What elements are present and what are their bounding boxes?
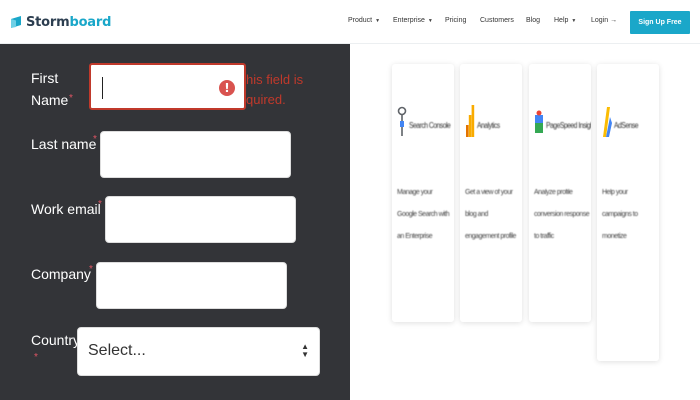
country-label: Country xyxy=(31,332,81,348)
nav-product[interactable]: Product ▼ xyxy=(348,17,380,24)
first-name-field[interactable]: ! xyxy=(89,63,246,110)
logo-text-board: board xyxy=(69,14,112,30)
nav-blog-label: Blog xyxy=(526,17,541,24)
required-marker: * xyxy=(34,352,38,363)
nav-customers[interactable]: Customers xyxy=(480,17,514,24)
adsense-icon xyxy=(603,107,612,137)
country-select-value: Select... xyxy=(88,342,146,359)
select-arrows-icon: ▲ ▼ xyxy=(301,342,309,359)
required-marker: * xyxy=(89,264,93,275)
card-description: Manage your Google Search with an Enterp… xyxy=(397,189,450,240)
signup-button[interactable]: Sign Up Free xyxy=(630,11,690,34)
company-field[interactable] xyxy=(96,262,287,309)
required-marker: * xyxy=(69,93,73,104)
stormboard-logo-icon xyxy=(11,16,21,28)
card-description: Help your campaigns to monetize xyxy=(602,189,638,240)
first-name-label-line2: Name xyxy=(31,92,69,108)
card-description: Get a view of your blog and engagement p… xyxy=(465,189,516,240)
speed-icon xyxy=(535,110,543,133)
caret-down-icon: ▼ xyxy=(571,17,577,24)
card-title: Search Console xyxy=(409,121,451,130)
nav-enterprise[interactable]: Enterprise ▼ xyxy=(393,17,433,24)
company-label: Company xyxy=(31,266,91,282)
nav-enterprise-label: Enterprise xyxy=(393,17,425,24)
signup-form: First Name * his field is quired. ! Last… xyxy=(0,44,350,400)
card-pagespeed[interactable]: PageSpeed Insights Analyze profile conve… xyxy=(529,64,591,322)
card-title: Analytics xyxy=(477,121,500,130)
nav-pricing[interactable]: Pricing xyxy=(445,17,466,24)
site-header: Stormboard Product ▼ Enterprise ▼ Pricing … xyxy=(0,0,700,44)
nav-customers-label: Customers xyxy=(480,17,514,24)
work-email-field[interactable] xyxy=(105,196,296,243)
first-name-label-line1: First xyxy=(31,70,59,86)
magnifier-icon xyxy=(397,106,407,136)
text-cursor xyxy=(102,77,103,99)
last-name-label: Last name xyxy=(31,136,97,152)
nav-pricing-label: Pricing xyxy=(445,17,467,24)
caret-down-icon: ▼ xyxy=(375,17,381,24)
last-name-field[interactable] xyxy=(100,131,291,178)
required-marker: * xyxy=(93,134,97,145)
nav-help-label: Help xyxy=(554,17,569,24)
stormboard-logo[interactable]: Stormboard xyxy=(9,13,111,31)
work-email-label: Work email xyxy=(31,201,101,217)
country-select[interactable]: Select... ▲ ▼ xyxy=(77,327,320,376)
logo-text: Stormboard xyxy=(26,15,111,30)
card-analytics[interactable]: Analytics Get a view of your blog and en… xyxy=(460,64,522,322)
error-line2: quired. xyxy=(246,92,286,107)
nav-login-label: Login → xyxy=(591,17,618,24)
caret-down-icon: ▼ xyxy=(427,17,433,24)
required-marker: * xyxy=(98,199,102,210)
card-title: PageSpeed Insights xyxy=(546,121,591,130)
card-description: Analyze profile conversion response to t… xyxy=(534,189,590,240)
nav-login[interactable]: Login → xyxy=(591,17,617,24)
card-title: AdSense xyxy=(614,121,639,130)
error-line1: his field is xyxy=(246,72,304,87)
first-name-label: First Name xyxy=(31,67,68,111)
error-icon: ! xyxy=(219,80,235,96)
nav-help[interactable]: Help ▼ xyxy=(554,17,576,24)
card-search-console[interactable]: Search Console Manage your Google Search… xyxy=(392,64,454,322)
first-name-error: his field is quired. xyxy=(246,70,303,110)
bar-chart-icon xyxy=(466,105,475,137)
logo-text-storm: Storm xyxy=(26,14,70,30)
nav-blog[interactable]: Blog xyxy=(526,17,540,24)
nav-product-label: Product xyxy=(348,17,373,24)
card-adsense[interactable]: AdSense Help your campaigns to monetize xyxy=(597,64,659,361)
